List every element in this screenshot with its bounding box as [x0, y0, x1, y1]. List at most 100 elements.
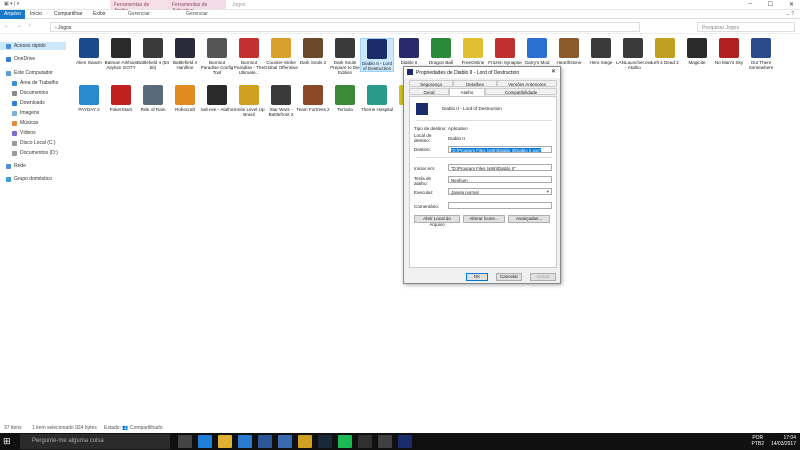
maximize-icon[interactable]: ☐: [768, 1, 773, 8]
tab-geral[interactable]: Geral: [409, 88, 449, 95]
cortana-search-box[interactable]: Pergunte-me alguma coisa: [20, 434, 170, 449]
tab-atalho[interactable]: Atalho: [449, 88, 485, 96]
tab-seguranca[interactable]: Segurança: [409, 80, 453, 87]
breadcrumb[interactable]: › Jogos: [50, 22, 640, 32]
clock[interactable]: 17:04 14/03/2017: [771, 435, 796, 447]
tab-gerenciar-atalho[interactable]: Gerenciar: [128, 11, 150, 17]
app-x-icon[interactable]: [358, 435, 372, 448]
tab-compartilhar[interactable]: Compartilhar: [54, 11, 83, 17]
up-icon[interactable]: ↑: [28, 23, 31, 29]
file-item[interactable]: Smite Level Up Brasil: [232, 85, 266, 117]
file-item[interactable]: No Man's Sky: [712, 38, 746, 65]
store-icon[interactable]: [238, 435, 252, 448]
file-item[interactable]: Counter-Strike Global Offensive: [264, 38, 298, 70]
cancel-button[interactable]: Cancelar: [496, 273, 522, 281]
run-select[interactable]: Janela normal: [448, 188, 552, 195]
quick-access-toolbar[interactable]: ▣ ▾ | ▾: [4, 1, 19, 7]
file-item[interactable]: Magicite: [680, 38, 714, 65]
sidebar-item-acesso-rapido[interactable]: Acesso rápido: [0, 42, 66, 50]
start-in-value: "D:\Program Files (x86)\Diablo II": [451, 166, 516, 171]
sidebar-item-este-computador[interactable]: Este Computador: [6, 70, 53, 76]
file-item[interactable]: Dark Souls Prepare to Die Edition: [328, 38, 362, 76]
drive-icon: [12, 150, 17, 156]
start-in-field[interactable]: "D:\Program Files (x86)\Diablo II": [448, 164, 552, 171]
back-icon[interactable]: ←: [4, 23, 10, 29]
file-item[interactable]: Burnout Paradise Config Tool: [200, 38, 234, 76]
chrome-icon[interactable]: [298, 435, 312, 448]
forward-icon[interactable]: →: [16, 23, 22, 29]
file-item[interactable]: Batman Arkham Asylum GOTY: [104, 38, 138, 70]
tab-arquivo[interactable]: Arquivo: [0, 10, 25, 19]
explorer-icon[interactable]: [218, 435, 232, 448]
outlook-icon[interactable]: [278, 435, 292, 448]
file-item[interactable]: Theme Hospital: [360, 85, 394, 112]
sidebar-item-musicas[interactable]: Músicas: [12, 120, 38, 126]
apply-button[interactable]: Aplicar: [530, 273, 556, 281]
tab-versoes-anteriores[interactable]: Versões Anteriores: [497, 80, 557, 87]
file-item[interactable]: Terraria: [328, 85, 362, 112]
file-item[interactable]: Team Fortress 2: [296, 85, 330, 112]
file-item[interactable]: Dark Souls 2: [296, 38, 330, 65]
file-item[interactable]: LANLauncher.exe - Atalho: [616, 38, 653, 70]
diablo-icon[interactable]: [398, 435, 412, 448]
file-item-label: PokerStars: [109, 107, 133, 112]
sidebar-item-rede[interactable]: Rede: [6, 163, 26, 169]
open-file-location-button[interactable]: Abrir Local do Arquivo: [414, 215, 460, 227]
sidebar-item-downloads[interactable]: Downloads: [12, 100, 45, 106]
minimize-icon[interactable]: –: [748, 1, 751, 8]
comment-field[interactable]: [448, 202, 552, 209]
search-input[interactable]: Pesquisar Jogos: [697, 22, 795, 32]
sidebar-item-disco-local-c[interactable]: Disco Local (C:): [12, 140, 56, 146]
ok-button[interactable]: OK: [466, 273, 488, 281]
file-item[interactable]: Star Wars - Battlefront 2: [264, 85, 298, 117]
advanced-button[interactable]: Avançadas...: [508, 215, 550, 223]
file-item[interactable]: PAYDAY 2: [72, 85, 106, 112]
file-item[interactable]: Hearthstone: [552, 38, 586, 65]
tab-exibir[interactable]: Exibir: [93, 11, 106, 17]
app-icon: [111, 38, 131, 58]
steam-icon[interactable]: [318, 435, 332, 448]
sidebar-item-videos[interactable]: Vídeos: [12, 130, 36, 136]
ribbon-help-icon[interactable]: ⌄ ?: [786, 11, 794, 17]
file-item[interactable]: Out There Somewhere: [744, 38, 778, 70]
sidebar-item-documentos-d[interactable]: Documentos (D:): [12, 150, 58, 156]
file-item[interactable]: Hero Siege: [584, 38, 618, 65]
word-icon[interactable]: [258, 435, 272, 448]
sidebar-item-grupo-domestico[interactable]: Grupo doméstico: [6, 176, 52, 182]
file-item[interactable]: Left 4 Dead 2: [648, 38, 682, 65]
target-field[interactable]: "D:\Program Files (x86)\Diablo II\Diablo…: [448, 146, 552, 153]
file-item[interactable]: PokerStars: [104, 85, 138, 112]
tab-inicio[interactable]: Início: [30, 11, 42, 17]
close-icon[interactable]: ✕: [789, 1, 794, 8]
language-indicator[interactable]: POR PTB2: [751, 435, 764, 447]
edge-icon[interactable]: [198, 435, 212, 448]
sidebar-item-imagens[interactable]: Imagens: [12, 110, 39, 116]
file-item[interactable]: salt.exe - Atalho: [200, 85, 234, 112]
shortcut-key-field[interactable]: Nenhum: [448, 176, 552, 183]
tab-detalhes[interactable]: Detalhes: [453, 80, 497, 87]
sidebar-item-label: Músicas: [20, 120, 39, 126]
sidebar-item-documentos[interactable]: Documentos: [12, 90, 48, 96]
app-icon: [303, 38, 323, 58]
terminal-icon[interactable]: [378, 435, 392, 448]
file-item[interactable]: Battlefield 4 Hardline: [168, 38, 202, 70]
file-item[interactable]: Alien Swarm: [72, 38, 106, 65]
file-item[interactable]: Battlefield 4 (64 bit): [136, 38, 170, 70]
file-item[interactable]: Garry's Mod: [520, 38, 554, 65]
tab-gerenciar-aplicativo[interactable]: Gerenciar: [186, 11, 208, 17]
file-item[interactable]: Diablo II - Lord of Destruction: [360, 38, 394, 73]
file-item[interactable]: Frozen Synapse: [488, 38, 522, 65]
task-view-icon[interactable]: [178, 435, 192, 448]
tab-compatibilidade[interactable]: Compatibilidade: [485, 88, 557, 95]
app-icon: [367, 39, 387, 59]
windows-start-icon[interactable]: ⊞: [3, 436, 14, 447]
file-item[interactable]: Robocraft: [168, 85, 202, 112]
sidebar-item-onedrive[interactable]: OneDrive: [6, 56, 35, 62]
file-item[interactable]: Burnout Paradise - The Ultimate...: [232, 38, 266, 76]
file-item[interactable]: Diablo II: [392, 38, 426, 65]
spotify-icon[interactable]: [338, 435, 352, 448]
close-icon[interactable]: ✕: [551, 68, 556, 75]
sidebar-item-area-de-trabalho[interactable]: Área de Trabalho: [12, 80, 58, 86]
change-icon-button[interactable]: Alterar Ícone...: [463, 215, 505, 223]
file-item[interactable]: Risk of Rain: [136, 85, 170, 112]
